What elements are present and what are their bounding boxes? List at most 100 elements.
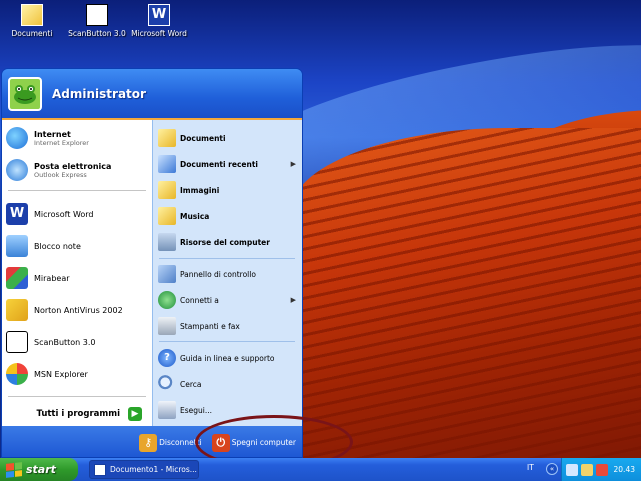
pinned-item-subtitle: Internet Explorer bbox=[34, 138, 89, 147]
pinned-item-email[interactable]: Posta elettronica Outlook Express bbox=[6, 156, 149, 184]
separator bbox=[8, 396, 146, 397]
place-label: Musica bbox=[180, 211, 210, 221]
system-tray: 20.43 bbox=[561, 458, 641, 481]
start-button[interactable]: start bbox=[0, 458, 78, 481]
recent-item-label: MSN Explorer bbox=[34, 369, 88, 379]
desktop-icon-label: ScanButton 3.0 bbox=[68, 29, 126, 38]
recent-item-mirabear[interactable]: Mirabear bbox=[6, 264, 149, 292]
place-label: Guida in linea e supporto bbox=[180, 353, 275, 363]
chevron-left-icon[interactable]: « bbox=[546, 463, 558, 475]
place-label: Stampanti e fax bbox=[180, 321, 240, 331]
search-icon bbox=[158, 375, 176, 393]
word-icon: W bbox=[6, 203, 28, 225]
place-label: Cerca bbox=[180, 379, 202, 389]
recent-item-norton[interactable]: Norton AntiVirus 2002 bbox=[6, 296, 149, 324]
arrow-right-icon: ▶ bbox=[128, 407, 142, 421]
taskbar: start Documento1 - Micros... IT « 20.43 bbox=[0, 458, 641, 481]
scanbutton-icon bbox=[6, 331, 28, 353]
place-pannello-controllo[interactable]: Pannello di controllo bbox=[158, 262, 298, 286]
place-label: Esegui... bbox=[180, 405, 213, 415]
avatar[interactable] bbox=[8, 76, 42, 111]
word-icon bbox=[94, 463, 106, 476]
place-label: Documenti recenti bbox=[180, 159, 258, 169]
separator bbox=[8, 190, 146, 191]
place-label: Immagini bbox=[180, 185, 220, 195]
norton-antivirus-icon bbox=[6, 299, 28, 321]
recent-item-label: Norton AntiVirus 2002 bbox=[34, 305, 123, 315]
chevron-right-icon: ▶ bbox=[290, 296, 296, 304]
shield-icon[interactable] bbox=[596, 463, 608, 476]
recent-item-notepad[interactable]: Blocco note bbox=[6, 232, 149, 260]
key-icon: ⚷ bbox=[139, 433, 158, 452]
word-icon: W bbox=[148, 4, 170, 26]
place-stampanti-fax[interactable]: Stampanti e fax bbox=[158, 314, 298, 338]
network-icon[interactable] bbox=[566, 463, 578, 476]
desktop-icon-label: Documenti bbox=[11, 29, 53, 38]
place-guida[interactable]: ? Guida in linea e supporto bbox=[158, 346, 298, 370]
recent-item-msn[interactable]: MSN Explorer bbox=[6, 360, 149, 388]
my-computer-icon bbox=[158, 233, 176, 251]
desert-dune-wallpaper bbox=[290, 128, 641, 458]
notepad-icon bbox=[6, 235, 28, 257]
recent-item-label: Microsoft Word bbox=[34, 209, 94, 219]
internet-explorer-icon bbox=[6, 127, 28, 149]
start-menu: Administrator Internet Internet Explorer … bbox=[1, 68, 303, 458]
pinned-item-subtitle: Outlook Express bbox=[34, 170, 87, 179]
taskbar-button-document[interactable]: Documento1 - Micros... bbox=[89, 460, 199, 479]
pinned-item-internet[interactable]: Internet Internet Explorer bbox=[6, 124, 149, 152]
taskbar-button-label: Documento1 - Micros... bbox=[110, 465, 197, 474]
place-documenti-recenti[interactable]: Documenti recenti ▶ bbox=[158, 152, 298, 176]
all-programs-button[interactable]: Tutti i programmi ▶ bbox=[2, 400, 152, 428]
outlook-express-icon bbox=[6, 159, 28, 181]
scanbutton-icon bbox=[86, 4, 108, 26]
control-panel-icon bbox=[158, 265, 176, 283]
msn-explorer-icon bbox=[6, 363, 28, 385]
desktop-icon-documenti[interactable]: Documenti bbox=[0, 4, 67, 38]
frog-icon bbox=[14, 84, 36, 104]
language-indicator[interactable]: IT bbox=[527, 463, 534, 472]
place-connetti-a[interactable]: Connetti a ▶ bbox=[158, 288, 298, 312]
place-label: Risorse del computer bbox=[180, 237, 270, 247]
places-pane: Documenti Documenti recenti ▶ Immagini M… bbox=[152, 120, 302, 428]
start-label: start bbox=[26, 463, 56, 476]
logoff-button[interactable]: ⚷ Disconnetti bbox=[139, 433, 202, 452]
recent-item-word[interactable]: W Microsoft Word bbox=[6, 200, 149, 228]
desktop-icon-label: Microsoft Word bbox=[131, 29, 187, 38]
place-label: Pannello di controllo bbox=[180, 269, 256, 279]
recent-documents-icon bbox=[158, 155, 176, 173]
documents-folder-icon bbox=[21, 4, 43, 26]
programs-pane: Internet Internet Explorer Posta elettron… bbox=[2, 120, 152, 428]
recent-item-scanbutton[interactable]: ScanButton 3.0 bbox=[6, 328, 149, 356]
place-documenti[interactable]: Documenti bbox=[158, 126, 298, 150]
clock[interactable]: 20.43 bbox=[614, 465, 635, 474]
separator bbox=[159, 341, 295, 342]
pinned-item-title: Posta elettronica bbox=[34, 161, 112, 171]
place-immagini[interactable]: Immagini bbox=[158, 178, 298, 202]
chevron-right-icon: ▶ bbox=[290, 160, 296, 168]
place-cerca[interactable]: Cerca bbox=[158, 372, 298, 396]
pinned-item-title: Internet bbox=[34, 129, 71, 139]
start-menu-header: Administrator bbox=[2, 69, 302, 118]
run-icon bbox=[158, 401, 176, 419]
start-menu-body: Internet Internet Explorer Posta elettron… bbox=[2, 118, 302, 428]
connect-to-icon bbox=[158, 291, 176, 309]
music-folder-icon bbox=[158, 207, 176, 225]
place-label: Connetti a bbox=[180, 295, 219, 305]
recent-item-label: Blocco note bbox=[34, 241, 81, 251]
documents-folder-icon bbox=[158, 129, 176, 147]
user-name: Administrator bbox=[52, 86, 146, 101]
recent-item-label: Mirabear bbox=[34, 273, 70, 283]
printers-icon bbox=[158, 317, 176, 335]
place-risorse-computer[interactable]: Risorse del computer bbox=[158, 230, 298, 254]
desktop-icon-scanbutton[interactable]: ScanButton 3.0 bbox=[62, 4, 132, 38]
pictures-folder-icon bbox=[158, 181, 176, 199]
volume-icon[interactable] bbox=[581, 463, 593, 476]
separator bbox=[159, 258, 295, 259]
place-label: Documenti bbox=[180, 133, 226, 143]
desktop-icon-word[interactable]: W Microsoft Word bbox=[124, 4, 194, 38]
recent-item-label: ScanButton 3.0 bbox=[34, 337, 96, 347]
all-programs-label: Tutti i programmi bbox=[36, 409, 120, 419]
help-icon: ? bbox=[158, 349, 176, 367]
place-musica[interactable]: Musica bbox=[158, 204, 298, 228]
windows-flag-icon bbox=[6, 461, 22, 478]
